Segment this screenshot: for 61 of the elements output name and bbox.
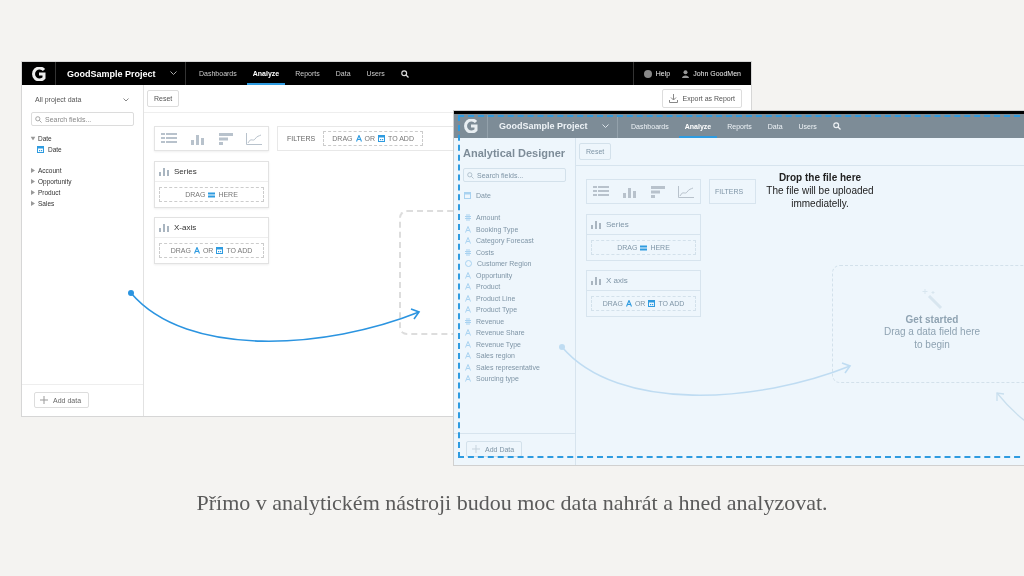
attribute-icon: [465, 375, 471, 382]
attribute-icon: [465, 237, 471, 244]
stack-icon: [640, 244, 648, 251]
line-chart-icon[interactable]: [677, 185, 694, 198]
chevron-down-icon: [123, 97, 129, 102]
caret-icon[interactable]: [31, 168, 35, 173]
attribute-icon: [465, 363, 471, 371]
drop-title: Drop the file here: [778, 171, 862, 184]
bar-chart-icon: [591, 276, 601, 285]
attribute-icon: [193, 247, 200, 254]
caret-icon[interactable]: [31, 190, 35, 195]
attribute-icon: [465, 306, 471, 313]
calendar-icon: [378, 135, 385, 142]
search-icon: [467, 171, 474, 179]
chevron-down-icon[interactable]: [170, 71, 177, 76]
bar-chart-icon[interactable]: [218, 132, 233, 145]
stack-icon: [208, 191, 216, 198]
calendar-icon: [37, 146, 44, 153]
bar-chart-icon: [159, 167, 169, 176]
empty-state-text: Drag a data field here to begin: [882, 325, 982, 351]
calendar-icon: [464, 192, 471, 199]
bucket-title: X axis: [606, 276, 628, 285]
caret-icon[interactable]: [31, 179, 35, 184]
attribute-icon: [465, 329, 471, 336]
caret-icon[interactable]: [30, 136, 36, 141]
bucket-title: X-axis: [174, 223, 197, 232]
drop-text: The file will be uploaded immediatelly.: [765, 184, 875, 210]
search-icon: [35, 115, 42, 123]
slide-caption: Přímo v analytickém nástroji budou moc data nahrát a hned analyzovat.: [195, 490, 829, 516]
column-chart-icon[interactable]: [622, 185, 636, 198]
calendar-icon: [216, 247, 224, 254]
download-icon: [669, 94, 679, 103]
table-icon[interactable]: [161, 133, 178, 144]
line-chart-icon[interactable]: [245, 132, 262, 145]
project-name[interactable]: GoodSample Project: [499, 121, 599, 131]
empty-state-title: Get started: [905, 314, 959, 325]
plus-icon: [472, 445, 480, 453]
attribute-icon: [465, 225, 471, 233]
attribute-icon: [465, 283, 471, 290]
attribute-icon: [625, 300, 632, 307]
chart-drop-area[interactable]: Get started Drag a data field here to begin: [832, 265, 1024, 383]
attribute-icon: [465, 294, 471, 302]
calendar-icon: [648, 300, 656, 307]
search-icon[interactable]: [400, 69, 409, 78]
user-icon: [682, 69, 690, 78]
attribute-icon: [355, 135, 362, 142]
plus-icon: [40, 396, 48, 404]
attribute-icon: [465, 271, 471, 279]
bar-chart-icon: [159, 223, 169, 232]
attribute-icon: [465, 352, 471, 359]
bucket-title: Series: [606, 220, 629, 229]
project-name[interactable]: GoodSample Project: [67, 68, 167, 79]
attribute-icon: [465, 340, 471, 348]
drag-arrow: [996, 392, 1024, 422]
bar-chart-icon[interactable]: [650, 185, 665, 198]
bucket-title: Series: [174, 167, 197, 176]
bar-chart-icon: [591, 220, 601, 229]
column-chart-icon[interactable]: [190, 132, 204, 145]
caret-icon[interactable]: [31, 201, 35, 206]
page-title: Analytical Designer: [463, 147, 567, 159]
table-icon[interactable]: [593, 186, 610, 197]
